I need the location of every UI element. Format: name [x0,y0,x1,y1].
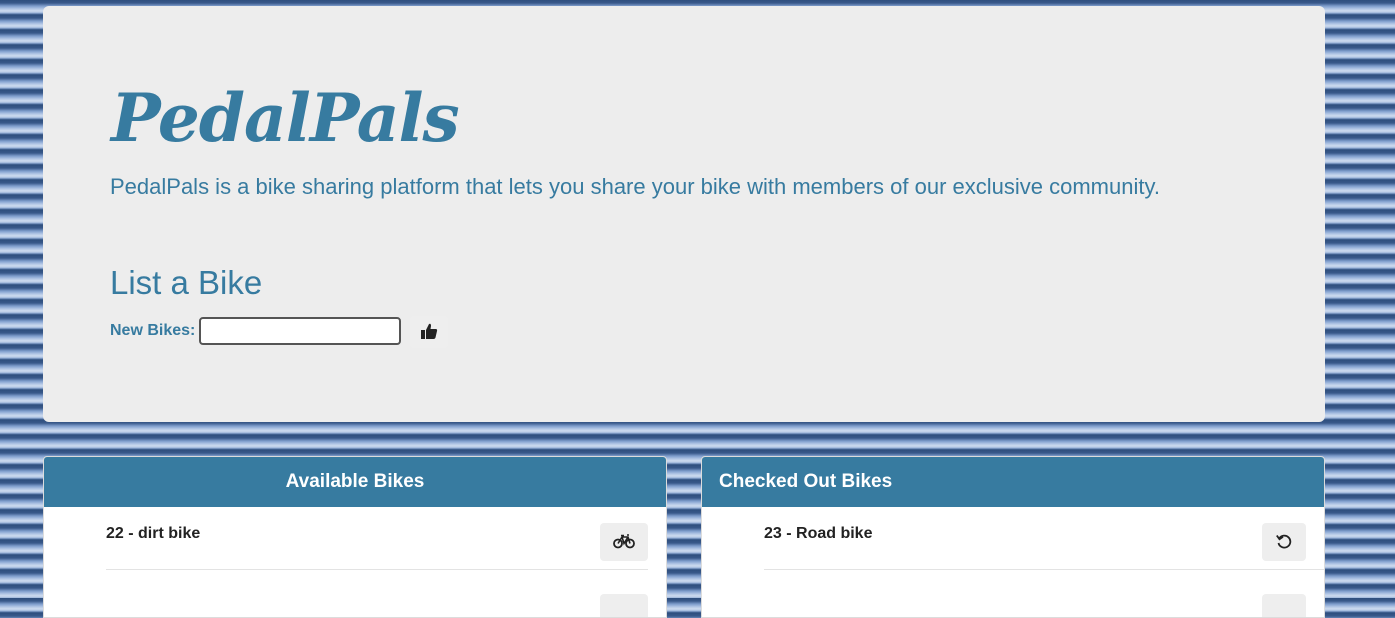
list-item-partial [764,570,1324,617]
brand-title: PedalPals [111,79,460,157]
header-jumbotron: PedalPals PedalPals is a bike sharing pl… [43,6,1325,422]
thumbs-up-icon [420,322,438,343]
list-item-partial [106,570,648,617]
tagline: PedalPals is a bike sharing platform tha… [110,174,1160,199]
return-bike-button[interactable] [1262,523,1306,561]
available-bikes-title: Available Bikes [44,457,666,507]
undo-icon [1276,533,1292,552]
available-bikes-panel: Available Bikes 22 - dirt bike [43,456,667,618]
new-bikes-input[interactable] [199,317,401,345]
list-item: 22 - dirt bike [106,507,648,570]
checkout-bike-button[interactable] [600,523,648,561]
checked-out-bikes-title: Checked Out Bikes [702,457,1324,507]
list-bike-heading: List a Bike [110,264,263,301]
submit-bike-button[interactable] [410,316,448,348]
bike-label: 23 - Road bike [764,525,873,542]
bicycle-icon [613,533,635,552]
checked-out-bikes-panel: Checked Out Bikes 23 - Road bike [701,456,1325,618]
bike-label: 22 - dirt bike [106,525,201,542]
list-item: 23 - Road bike [764,507,1324,570]
new-bikes-label: New Bikes: [110,322,196,339]
